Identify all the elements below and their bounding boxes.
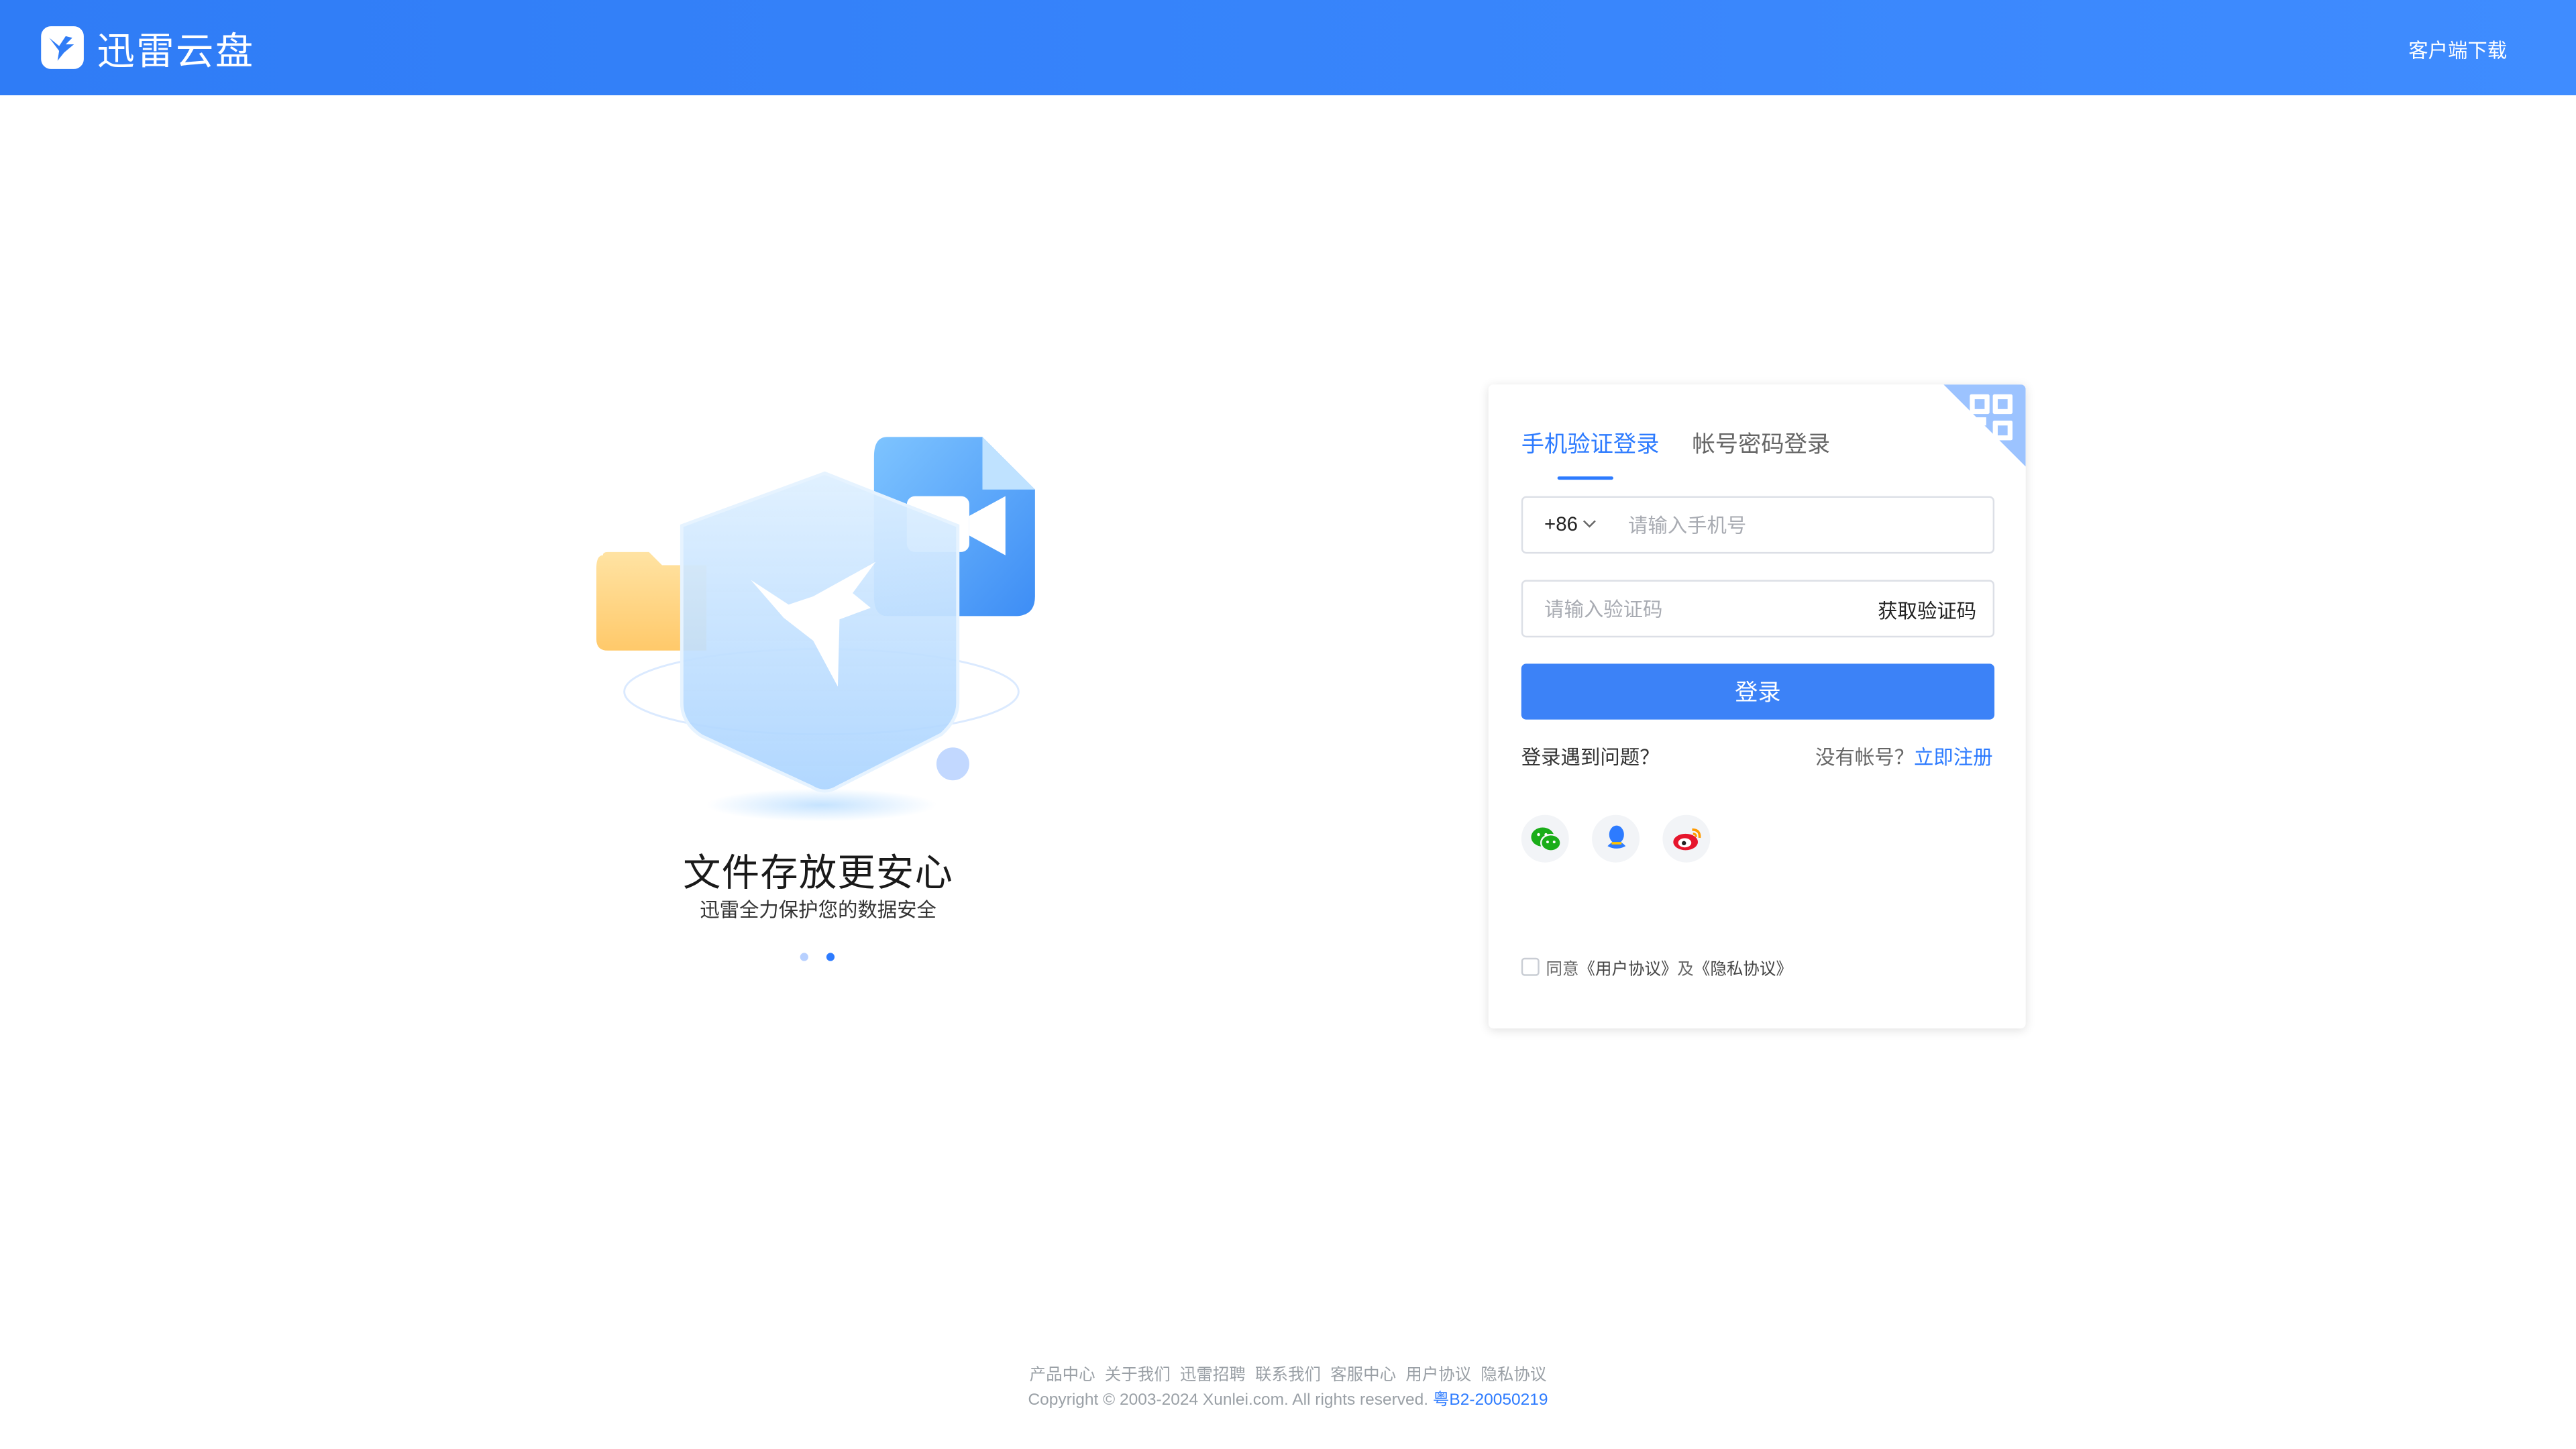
qr-code-login-icon[interactable]: [1943, 384, 2026, 467]
tab-phone-login[interactable]: 手机验证登录: [1521, 427, 1659, 480]
footer-link-products[interactable]: 产品中心: [1030, 1367, 1095, 1385]
code-field: 获取验证码: [1521, 580, 1995, 638]
copyright-text: Copyright © 2003-2024 Xunlei.com. All ri…: [1028, 1391, 1429, 1410]
login-button[interactable]: 登录: [1521, 663, 1995, 720]
country-code-select[interactable]: +86: [1544, 513, 1597, 535]
verification-code-input[interactable]: [1544, 581, 1857, 636]
no-account-text: 没有帐号？: [1815, 745, 1915, 769]
copyright: Copyright © 2003-2024 Xunlei.com. All ri…: [0, 1385, 2576, 1410]
agree-checkbox[interactable]: [1521, 957, 1540, 976]
user-agreement-link[interactable]: 《用户协议》: [1578, 955, 1677, 979]
get-code-button[interactable]: 获取验证码: [1878, 596, 1976, 625]
chevron-down-icon: [1583, 520, 1597, 528]
login-help-link[interactable]: 登录遇到问题？: [1521, 743, 1660, 771]
top-header: 迅雷云盘 客户端下载: [0, 0, 2576, 96]
register-link[interactable]: 立即注册: [1914, 746, 1993, 769]
carousel-dot-1[interactable]: [800, 953, 808, 961]
qq-icon[interactable]: [1592, 814, 1640, 863]
brand-logo[interactable]: 迅雷云盘: [41, 25, 254, 72]
footer-link-support[interactable]: 客服中心: [1330, 1367, 1396, 1385]
privacy-agreement-link[interactable]: 《隐私协议》: [1694, 955, 1792, 979]
promo-title: 文件存放更安心: [683, 851, 954, 894]
carousel-dots: [800, 953, 835, 961]
tab-password-login[interactable]: 帐号密码登录: [1692, 427, 1830, 474]
icp-license-link[interactable]: 粤B2-20050219: [1433, 1391, 1548, 1409]
agree-prefix: 同意: [1546, 961, 1579, 979]
footer-link-user-agreement[interactable]: 用户协议: [1405, 1367, 1471, 1385]
carousel-dot-2[interactable]: [826, 953, 835, 961]
weibo-icon[interactable]: [1662, 814, 1711, 863]
agree-and: 及: [1677, 961, 1694, 979]
phone-field: +86: [1521, 496, 1995, 554]
security-illustration: [583, 424, 1051, 835]
phone-input[interactable]: [1627, 498, 1974, 552]
register-line: 没有帐号？立即注册: [1815, 743, 1993, 771]
bird-logo-icon: [41, 26, 84, 69]
footer-link-contact[interactable]: 联系我们: [1255, 1367, 1321, 1385]
footer-link-privacy[interactable]: 隐私协议: [1481, 1367, 1546, 1385]
brand-name: 迅雷云盘: [97, 30, 255, 72]
footer-link-jobs[interactable]: 迅雷招聘: [1180, 1367, 1246, 1385]
footer-link-about[interactable]: 关于我们: [1105, 1367, 1171, 1385]
login-tabs: 手机验证登录 帐号密码登录: [1521, 427, 1830, 480]
client-download-link[interactable]: 客户端下载: [2408, 36, 2507, 64]
login-card: 手机验证登录 帐号密码登录 +86 获取验证码 登录 登录遇到问题？ 没有帐号？…: [1488, 384, 2026, 1029]
promo-subtitle: 迅雷全力保护您的数据安全: [700, 898, 936, 922]
social-login-group: [1521, 814, 1711, 863]
country-code-value: +86: [1544, 513, 1578, 536]
footer-links: 产品中心 关于我们 迅雷招聘 联系我们 客服中心 用户协议 隐私协议: [0, 1360, 2576, 1385]
agreement-row: 同意 《用户协议》 及 《隐私协议》: [1521, 955, 1792, 979]
wechat-icon[interactable]: [1521, 814, 1569, 863]
